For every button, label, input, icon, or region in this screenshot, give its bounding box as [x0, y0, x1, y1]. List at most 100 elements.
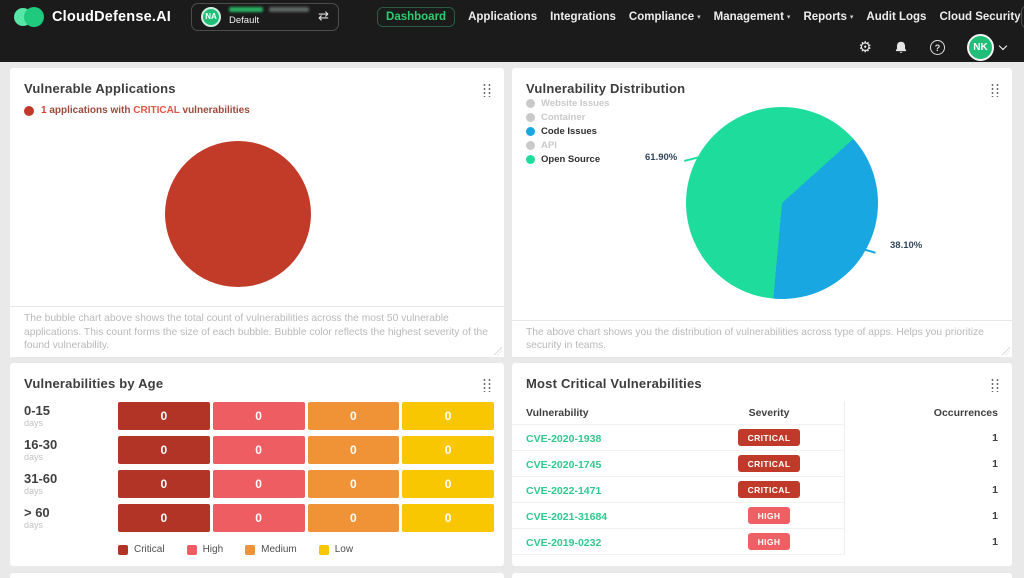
severity-badge: HIGH: [748, 533, 791, 550]
nav-cloud-security[interactable]: Cloud Security: [939, 11, 1020, 23]
age-chart-legend: Critical High Medium Low: [118, 544, 353, 555]
bar-segment-critical: 0: [118, 402, 210, 430]
distribution-pie[interactable]: [686, 107, 878, 299]
age-unit-label: days: [24, 486, 118, 496]
vulnerability-distribution-card: Vulnerability Distribution Website Issue…: [512, 68, 1012, 357]
user-avatar[interactable]: NK: [967, 34, 994, 61]
bar-segment-high: 0: [213, 436, 305, 464]
severity-badge: CRITICAL: [738, 429, 801, 446]
legend-square-icon: [118, 545, 128, 555]
clouddefense-logo-icon: [14, 7, 44, 27]
org-switcher[interactable]: NA Default ⇄: [191, 3, 339, 31]
age-unit-label: days: [24, 452, 118, 462]
card-title: Most Critical Vulnerabilities: [526, 376, 702, 391]
vulnerabilities-table: Vulnerability Severity Occurrences CVE-2…: [512, 401, 1012, 555]
bar-segment-high: 0: [213, 470, 305, 498]
occurrences-value: 1: [845, 503, 1012, 529]
column-header-severity: Severity: [694, 407, 844, 419]
next-row-card-partial: [10, 573, 504, 578]
org-avatar: NA: [201, 7, 221, 27]
age-range-label: 16-30: [24, 438, 118, 452]
card-title: Vulnerable Applications: [24, 81, 176, 96]
user-menu[interactable]: NK: [967, 34, 1006, 61]
card-title: Vulnerability Distribution: [526, 81, 685, 96]
legend-item-open-source[interactable]: Open Source: [526, 154, 609, 165]
bar-segment-medium: 0: [308, 470, 400, 498]
age-bar-chart: 0-15 days 0 0 0 0 16-30 days 0 0 0 0: [10, 392, 504, 532]
card-description: The bubble chart above shows the total c…: [10, 306, 504, 357]
nav-management[interactable]: Management▾: [714, 11, 791, 23]
cve-link[interactable]: CVE-2019-0232: [526, 537, 601, 549]
table-row: CVE-2019-0232 HIGH 1: [512, 529, 1012, 555]
nav-compliance[interactable]: Compliance▾: [629, 11, 701, 23]
nav-integrations[interactable]: Integrations: [550, 11, 616, 23]
card-description: The above chart shows you the distributi…: [512, 320, 1012, 357]
legend-square-icon: [245, 545, 255, 555]
legend-item-container[interactable]: Container: [526, 112, 609, 123]
drag-handle-icon[interactable]: [482, 83, 491, 97]
caret-down-icon: ▾: [850, 13, 854, 21]
bar-segment-critical: 0: [118, 504, 210, 532]
nav-reports[interactable]: Reports▾: [803, 11, 853, 23]
legend-dot-icon: [526, 141, 535, 150]
age-row-16-30: 16-30 days 0 0 0 0: [10, 436, 494, 464]
main-nav: Dashboard Applications Integrations Comp…: [377, 7, 1021, 27]
legend-item-website-issues[interactable]: Website Issues: [526, 98, 609, 109]
notifications-bell-icon[interactable]: [894, 40, 908, 55]
drag-handle-icon[interactable]: [990, 378, 999, 392]
age-range-label: 31-60: [24, 472, 118, 486]
top-navigation-bar: CloudDefense.AI NA Default ⇄ Dashboard A…: [0, 0, 1024, 62]
resize-handle-icon[interactable]: [494, 347, 502, 355]
column-header-vulnerability: Vulnerability: [512, 407, 694, 419]
cve-link[interactable]: CVE-2020-1938: [526, 433, 601, 445]
caret-down-icon: ▾: [787, 13, 791, 21]
occurrences-value: 1: [845, 477, 1012, 503]
most-critical-vulnerabilities-card: Most Critical Vulnerabilities Vulnerabil…: [512, 363, 1012, 566]
org-name-redacted: [229, 7, 310, 12]
occurrences-value: 1: [845, 529, 1012, 555]
severity-badge: CRITICAL: [738, 481, 801, 498]
severity-badge: HIGH: [748, 507, 791, 524]
legend-square-icon: [187, 545, 197, 555]
table-row: CVE-2020-1938 CRITICAL 1: [512, 425, 1012, 451]
cve-link[interactable]: CVE-2020-1745: [526, 459, 601, 471]
bubble-legend-text: 1 applications with CRITICAL vulnerabili…: [41, 105, 250, 116]
legend-item-api[interactable]: API: [526, 140, 609, 151]
switch-org-icon[interactable]: ⇄: [318, 10, 329, 23]
bar-segment-medium: 0: [308, 402, 400, 430]
bar-segment-high: 0: [213, 504, 305, 532]
cve-link[interactable]: CVE-2022-1471: [526, 485, 601, 497]
occurrences-value: 1: [845, 425, 1012, 451]
clouddefense-logo[interactable]: CloudDefense.AI: [14, 7, 171, 27]
legend-dot-icon: [526, 127, 535, 136]
age-unit-label: days: [24, 520, 118, 530]
next-row-card-partial: [512, 573, 1012, 578]
pie-legend: Website Issues Container Code Issues API…: [526, 98, 609, 165]
bar-segment-high: 0: [213, 402, 305, 430]
pie-slice-label-code-issues: 38.10%: [890, 240, 922, 251]
legend-item-critical: Critical: [118, 544, 165, 555]
settings-gear-icon[interactable]: ⚙: [859, 40, 872, 55]
legend-item-low: Low: [319, 544, 353, 555]
scan-status-button[interactable]: Scan Status: ⟳: [1021, 5, 1024, 29]
drag-handle-icon[interactable]: [482, 378, 491, 392]
legend-dot-icon: [526, 99, 535, 108]
legend-item-medium: Medium: [245, 544, 297, 555]
nav-dashboard[interactable]: Dashboard: [377, 7, 455, 27]
drag-handle-icon[interactable]: [990, 83, 999, 97]
nav-audit-logs[interactable]: Audit Logs: [866, 11, 926, 23]
legend-item-high: High: [187, 544, 224, 555]
help-icon[interactable]: ?: [930, 40, 945, 55]
bubble-legend: 1 applications with CRITICAL vulnerabili…: [10, 97, 504, 116]
card-title: Vulnerabilities by Age: [24, 376, 163, 391]
bar-segment-medium: 0: [308, 436, 400, 464]
legend-square-icon: [319, 545, 329, 555]
chevron-down-icon: [999, 41, 1007, 49]
legend-dot-icon: [526, 113, 535, 122]
resize-handle-icon[interactable]: [1002, 347, 1010, 355]
org-default-label: Default: [229, 15, 310, 26]
legend-item-code-issues[interactable]: Code Issues: [526, 126, 609, 137]
nav-applications[interactable]: Applications: [468, 11, 537, 23]
cve-link[interactable]: CVE-2021-31684: [526, 511, 607, 523]
application-bubble[interactable]: [165, 141, 311, 287]
